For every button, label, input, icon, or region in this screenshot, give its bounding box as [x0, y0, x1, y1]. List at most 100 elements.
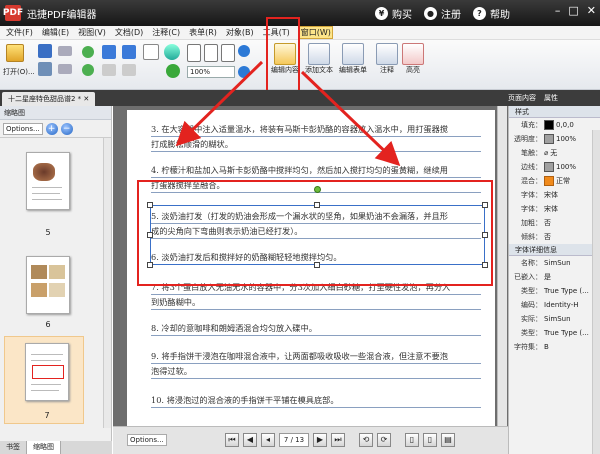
prop-value: 否: [544, 219, 551, 227]
register-button[interactable]: ● 注册: [424, 6, 461, 21]
menu-object[interactable]: 对象(B): [226, 27, 254, 38]
menu-view[interactable]: 视图(V): [78, 27, 106, 38]
prop-fill-color[interactable]: 填充： 0,0,0: [509, 118, 600, 132]
title-links: ¥ 购买 ● 注册 ? 帮助: [375, 0, 510, 26]
hand-tool-icon[interactable]: [143, 44, 159, 60]
undo-arrow-icon[interactable]: [102, 45, 116, 59]
paragraph[interactable]: 9. 将手指饼干浸泡在咖啡混合液中，让两面都吸收吸收一些混合液，但注意不要泡: [151, 350, 481, 364]
panel-tabs: 页面内容 属性: [508, 90, 558, 106]
help-button[interactable]: ? 帮助: [473, 6, 510, 21]
redo-icon[interactable]: [82, 64, 94, 76]
buy-button[interactable]: ¥ 购买: [375, 6, 412, 21]
prev-view-icon[interactable]: ◂: [261, 433, 275, 447]
page-number-input[interactable]: 7 / 13: [279, 433, 309, 447]
zoom-in-icon[interactable]: [238, 45, 250, 57]
paragraph[interactable]: 8. 冷却的意咖啡和朗姆酒混合均匀放入碟中。: [151, 322, 481, 336]
actual-size-icon[interactable]: [221, 44, 235, 62]
prop-border[interactable]: 边线： 100%: [509, 160, 600, 174]
menu-file[interactable]: 文件(F): [6, 27, 33, 38]
email-icon[interactable]: [58, 64, 72, 74]
prop-stroke[interactable]: 笔触： ⌀ 无: [509, 146, 600, 160]
rotate-icon[interactable]: [166, 64, 180, 78]
yen-icon: ¥: [375, 6, 388, 20]
annotate-icon: [376, 43, 398, 65]
menu-comment[interactable]: 注释(C): [152, 27, 180, 38]
thumbnail-page-7-selected[interactable]: 7: [4, 336, 84, 424]
menu-edit[interactable]: 编辑(E): [42, 27, 69, 38]
last-page-icon[interactable]: ⏭: [331, 433, 345, 447]
single-page-icon[interactable]: ▯: [405, 433, 419, 447]
two-page-icon[interactable]: ▯: [423, 433, 437, 447]
scan-icon[interactable]: [58, 46, 72, 56]
thumbnail-page-6[interactable]: [26, 256, 70, 314]
properties-scrollbar[interactable]: [592, 130, 600, 454]
document-tab[interactable]: 十二星座特色甜品谱2 * ✕: [2, 92, 96, 106]
select-tool-icon[interactable]: [164, 44, 180, 60]
prop-label: 填充：: [521, 121, 542, 129]
edit-form-button[interactable]: 编辑表单: [338, 43, 368, 75]
section-style: 样式: [509, 106, 600, 118]
thumbnail-image: [33, 163, 55, 181]
prop-bold[interactable]: 加粗：否: [509, 216, 600, 230]
view-options-dropdown[interactable]: Options...: [127, 434, 167, 446]
thumbnail-options-dropdown[interactable]: Options...: [3, 122, 43, 135]
prop-label: 字体：: [521, 205, 542, 213]
fit-width-icon[interactable]: [204, 44, 218, 62]
menu-window[interactable]: 窗口(W): [298, 26, 333, 39]
back-view-icon[interactable]: ⟲: [359, 433, 373, 447]
zoom-out-thumbnail-icon[interactable]: −: [60, 122, 73, 135]
prop-embedded: 已嵌入：是: [509, 270, 600, 284]
maximize-icon[interactable]: □: [568, 4, 578, 17]
thumbnail-scrollbar[interactable]: [103, 138, 111, 428]
prev-page-icon[interactable]: ◀: [243, 433, 257, 447]
prop-italic[interactable]: 倾斜：否: [509, 230, 600, 244]
tab-thumbnails[interactable]: 缩略图: [27, 441, 61, 454]
border-swatch[interactable]: [544, 162, 554, 172]
tab-page-content[interactable]: 页面内容: [508, 90, 536, 106]
open-folder-icon[interactable]: [6, 44, 24, 62]
add-text-button[interactable]: 添加文本: [304, 43, 334, 75]
undo-icon[interactable]: [82, 46, 94, 58]
copy-icon[interactable]: [122, 64, 136, 76]
first-page-icon[interactable]: ⏮: [225, 433, 239, 447]
close-tab-icon[interactable]: ✕: [83, 95, 89, 103]
fit-page-icon[interactable]: [187, 44, 201, 62]
forward-view-icon[interactable]: ⟳: [377, 433, 391, 447]
paragraph[interactable]: 4. 柠檬汁和盐加入马斯卡彭奶酪中搅拌均匀，然后加入搅打均匀的蛋黄糊，继续用: [151, 164, 481, 178]
document-scrollbar[interactable]: [497, 106, 507, 426]
close-icon[interactable]: ✕: [587, 4, 596, 17]
cut-icon[interactable]: [102, 64, 116, 76]
print-icon[interactable]: [38, 62, 52, 76]
opacity-swatch[interactable]: [544, 134, 554, 144]
paragraph[interactable]: 打成膨松顺滑的糊状。: [151, 138, 481, 152]
prop-font[interactable]: 字体： 宋体: [509, 188, 600, 202]
tab-bookmarks[interactable]: 书签: [0, 441, 27, 454]
highlight-button[interactable]: 高亮: [398, 43, 428, 75]
prop-label: 加粗：: [521, 219, 542, 227]
prop-label: 边线：: [521, 163, 542, 171]
thumbnail-page-7[interactable]: [25, 343, 69, 401]
prop-fill-opacity[interactable]: 透明度： 100%: [509, 132, 600, 146]
paragraph[interactable]: 泡得过软。: [151, 365, 481, 379]
prop-style[interactable]: 字体： 宋体: [509, 202, 600, 216]
paragraph[interactable]: 10. 将浸泡过的混合液的手指饼干平铺在模具底部。: [151, 394, 481, 408]
prop-value: True Type (...: [544, 287, 589, 295]
continuous-icon[interactable]: ▤: [441, 433, 455, 447]
minimize-icon[interactable]: –: [555, 4, 561, 17]
blend-swatch[interactable]: [544, 176, 554, 186]
menu-form[interactable]: 表单(R): [189, 27, 217, 38]
redo-arrow-icon[interactable]: [122, 45, 136, 59]
paragraph[interactable]: 到奶酪糊中。: [151, 296, 481, 310]
menu-document[interactable]: 文档(D): [115, 27, 143, 38]
thumbnail-page-5[interactable]: [26, 152, 70, 210]
next-page-icon[interactable]: ▶: [313, 433, 327, 447]
fill-color-swatch[interactable]: [544, 120, 554, 130]
paragraph[interactable]: 3. 在大容器中注入适量温水，将装有马斯卡彭奶酪的容器放入温水中，用打蛋器搅: [151, 123, 481, 137]
tab-properties[interactable]: 属性: [544, 90, 558, 106]
save-icon[interactable]: [38, 44, 52, 58]
prop-blend[interactable]: 混合： 正常: [509, 174, 600, 188]
zoom-out-icon[interactable]: [238, 66, 250, 78]
zoom-in-thumbnail-icon[interactable]: +: [45, 122, 58, 135]
zoom-select[interactable]: 100%: [187, 66, 235, 78]
prop-value: 正常: [556, 177, 570, 185]
